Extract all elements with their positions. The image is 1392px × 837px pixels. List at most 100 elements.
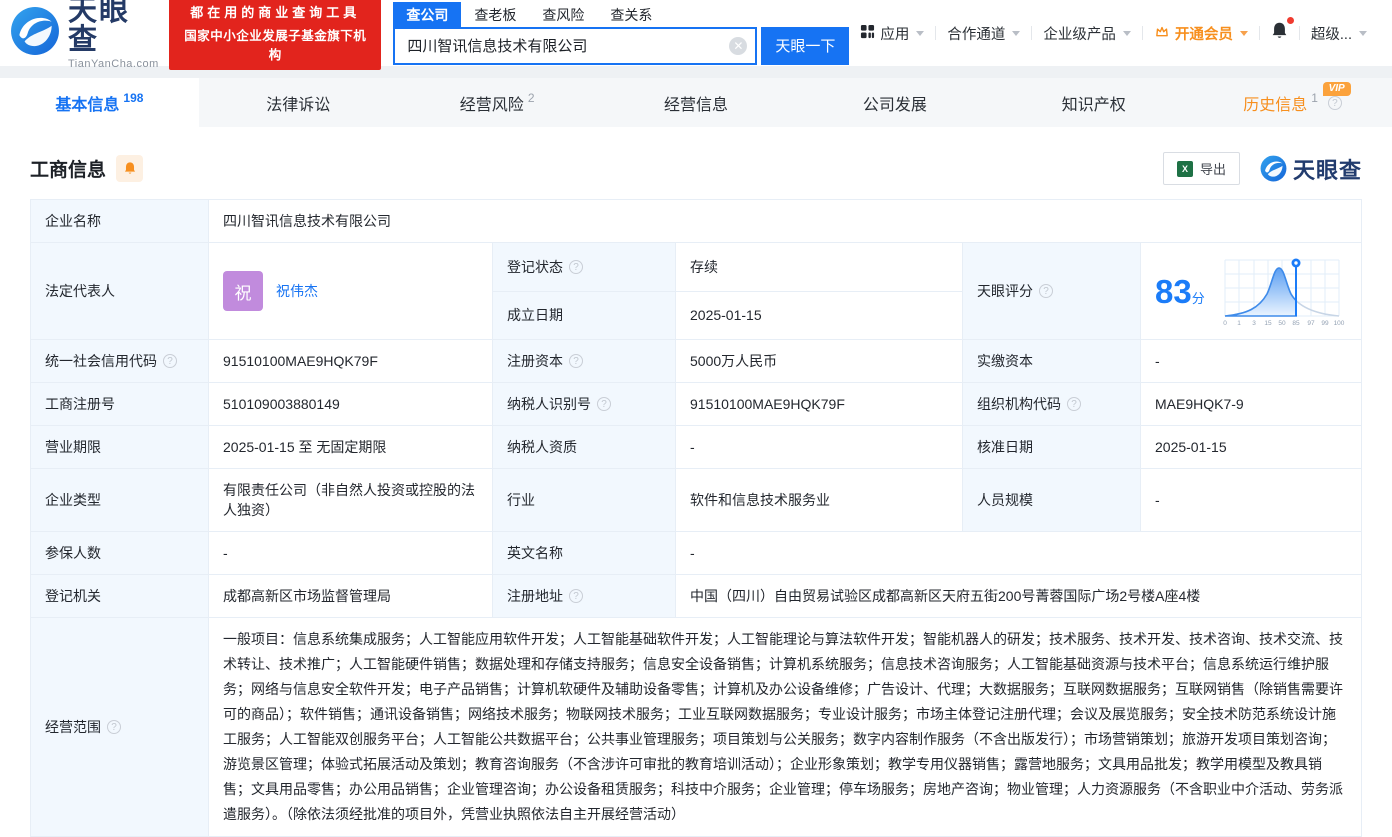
top-header: 天眼查 TianYanCha.com 都在用的商业查询工具 国家中小企业发展子基…	[0, 0, 1392, 70]
business-info-table: 企业名称 四川智讯信息技术有限公司 法定代表人 祝 祝伟杰 登记状态 存续 天眼…	[30, 199, 1362, 837]
promo-banner: 都在用的商业查询工具 国家中小企业发展子基金旗下机构	[169, 0, 382, 70]
export-button[interactable]: X 导出	[1162, 152, 1240, 185]
establish-date-value: 2025-01-15	[675, 290, 963, 340]
svg-text:85: 85	[1292, 320, 1300, 327]
tianyancha-logo-icon	[1260, 155, 1287, 182]
score-distribution-chart: 0 1 3 15 50 85 97 99 100	[1223, 258, 1345, 327]
table-row: 经营范围 一般项目：信息系统集成服务；人工智能应用软件开发；人工智能基础软件开发…	[30, 617, 1362, 837]
notification-bell[interactable]	[1260, 17, 1299, 45]
table-row: 营业期限 2025-01-15 至 无固定期限 纳税人资质 - 核准日期 202…	[30, 425, 1362, 469]
nav-partner[interactable]: 合作通道	[936, 23, 1031, 44]
search-tab-boss[interactable]: 查老板	[461, 2, 529, 27]
field-label: 核准日期	[962, 425, 1141, 469]
crown-icon	[1154, 24, 1170, 43]
tab-company-development[interactable]: 公司发展	[795, 78, 994, 127]
svg-text:50: 50	[1278, 320, 1286, 327]
bell-icon	[124, 162, 135, 174]
business-term-value: 2025-01-15 至 无固定期限	[208, 425, 493, 469]
header-nav: 应用 合作通道 企业级产品 开通会员 超级...	[849, 17, 1378, 45]
field-label: 行业	[492, 468, 676, 532]
svg-text:100: 100	[1334, 320, 1345, 327]
table-row: 参保人数 - 英文名称 -	[30, 531, 1362, 575]
tab-business-info[interactable]: 经营信息	[597, 78, 796, 127]
industry-value: 软件和信息技术服务业	[675, 468, 963, 532]
credit-code-value: 91510100MAE9HQK79F	[208, 339, 493, 383]
tab-legal-proceedings[interactable]: 法律诉讼	[199, 78, 398, 127]
nav-account[interactable]: 超级...	[1300, 23, 1378, 44]
promo-line1: 都在用的商业查询工具	[190, 5, 361, 20]
search-button[interactable]: 天眼一下	[761, 26, 850, 65]
search-tab-risk[interactable]: 查风险	[529, 2, 597, 27]
tab-basic-info[interactable]: 基本信息 198	[0, 78, 199, 127]
help-icon[interactable]	[1039, 284, 1053, 298]
clear-icon[interactable]: ✕	[729, 36, 748, 55]
tab-history-info[interactable]: 历史信息 1 VIP	[1193, 78, 1392, 127]
tab-count: 198	[123, 90, 144, 105]
main-content: 工商信息 X 导出 天眼查 企业名称 四川智讯信息技术有限公司 法定代表人 祝 …	[0, 152, 1392, 837]
score-value: 83分	[1155, 272, 1205, 310]
tab-label: 历史信息	[1243, 96, 1308, 114]
tab-label: 基本信息	[55, 96, 120, 114]
field-label: 参保人数	[30, 531, 209, 575]
tab-operation-risk[interactable]: 经营风险 2	[398, 78, 597, 127]
svg-text:15: 15	[1264, 320, 1272, 327]
business-scope-value: 一般项目：信息系统集成服务；人工智能应用软件开发；人工智能基础软件开发；人工智能…	[208, 617, 1362, 837]
help-icon[interactable]	[569, 354, 583, 368]
avatar[interactable]: 祝	[223, 271, 263, 311]
field-label: 工商注册号	[30, 382, 209, 426]
field-label: 企业类型	[30, 468, 209, 532]
notification-dot	[1286, 17, 1294, 24]
brand-domain: TianYanCha.com	[68, 57, 159, 70]
section-header: 工商信息 X 导出 天眼查	[30, 152, 1362, 185]
tab-label: 经营风险	[459, 96, 524, 114]
grid-icon	[860, 24, 875, 43]
chevron-down-icon	[916, 30, 925, 36]
field-label: 营业期限	[30, 425, 209, 469]
nav-vip[interactable]: 开通会员	[1143, 23, 1259, 44]
help-icon[interactable]	[163, 354, 177, 368]
section-title: 工商信息	[30, 160, 107, 181]
help-icon[interactable]	[569, 259, 583, 274]
table-row: 登记机关 成都高新区市场监督管理局 注册地址 中国（四川）自由贸易试验区成都高新…	[30, 574, 1362, 618]
approval-date-value: 2025-01-15	[1140, 425, 1362, 469]
nav-enterprise-label: 企业级产品	[1043, 26, 1116, 43]
help-icon[interactable]	[569, 589, 583, 603]
svg-text:0: 0	[1223, 320, 1227, 327]
search-tab-relation[interactable]: 查关系	[597, 2, 665, 27]
svg-text:1: 1	[1237, 320, 1241, 327]
field-label: 纳税人资质	[492, 425, 676, 469]
tab-intellectual-property[interactable]: 知识产权	[994, 78, 1193, 127]
nav-partner-label: 合作通道	[947, 26, 1006, 43]
table-row: 企业名称 四川智讯信息技术有限公司	[30, 199, 1362, 243]
tab-label: 公司发展	[862, 96, 927, 114]
field-label: 统一社会信用代码	[30, 339, 209, 383]
field-label: 登记状态	[492, 242, 676, 292]
english-name-value: -	[675, 531, 1362, 575]
nav-enterprise[interactable]: 企业级产品	[1032, 23, 1142, 44]
svg-text:99: 99	[1321, 320, 1329, 327]
table-row: 企业类型 有限责任公司（非自然人投资或控股的法人独资） 行业 软件和信息技术服务…	[30, 468, 1362, 532]
tab-count: 1	[1311, 90, 1318, 105]
table-row: 统一社会信用代码 91510100MAE9HQK79F 注册资本 5000万人民…	[30, 339, 1362, 383]
help-icon[interactable]	[1327, 95, 1342, 110]
nav-apps[interactable]: 应用	[849, 23, 935, 44]
field-label: 法定代表人	[30, 242, 209, 340]
tab-count: 2	[527, 90, 535, 105]
field-label: 实缴资本	[962, 339, 1141, 383]
subscribe-bell-button[interactable]	[116, 155, 144, 182]
vip-badge: VIP	[1322, 82, 1351, 96]
help-icon[interactable]	[1067, 397, 1081, 411]
tab-label: 知识产权	[1061, 96, 1126, 114]
search-input[interactable]	[393, 26, 758, 65]
search-tab-company[interactable]: 查公司	[393, 1, 462, 27]
legal-rep-link[interactable]: 祝伟杰	[276, 281, 318, 301]
help-icon[interactable]	[597, 397, 611, 411]
table-row: 工商注册号 510109003880149 纳税人识别号 91510100MAE…	[30, 382, 1362, 426]
field-label: 注册地址	[492, 574, 676, 618]
help-icon[interactable]	[107, 720, 121, 734]
tianyancha-logo[interactable]: 天眼查 TianYanCha.com	[10, 0, 159, 70]
chevron-down-icon	[1239, 30, 1248, 36]
paid-capital-value: -	[1140, 339, 1362, 383]
insured-count-value: -	[208, 531, 493, 575]
table-row: 法定代表人 祝 祝伟杰 登记状态 存续 天眼评分 83分	[30, 242, 1362, 340]
